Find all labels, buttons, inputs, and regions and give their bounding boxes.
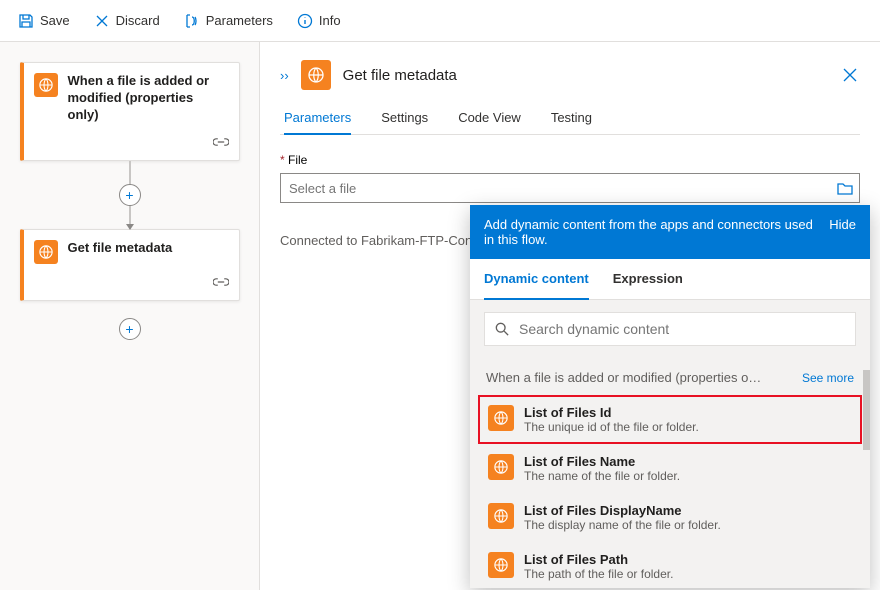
connector <box>129 161 131 185</box>
hide-button[interactable]: Hide <box>829 217 856 247</box>
dynamic-body: When a file is added or modified (proper… <box>470 358 870 588</box>
dynamic-tip: Add dynamic content from the apps and co… <box>470 205 870 259</box>
dynamic-tabs: Dynamic content Expression <box>470 259 870 300</box>
info-button[interactable]: Info <box>289 9 349 33</box>
discard-button[interactable]: Discard <box>86 9 168 33</box>
dynamic-item-desc: The name of the file or folder. <box>524 469 680 483</box>
save-label: Save <box>40 13 70 28</box>
file-input-wrap <box>280 173 860 203</box>
canvas: When a file is added or modified (proper… <box>0 42 260 590</box>
dynamic-tip-text: Add dynamic content from the apps and co… <box>484 217 813 247</box>
ftp-icon <box>488 552 514 578</box>
parameters-button[interactable]: Parameters <box>176 9 281 33</box>
dynamic-item[interactable]: List of Files Id The unique id of the fi… <box>478 395 862 444</box>
dynamic-item-name: List of Files DisplayName <box>524 503 721 518</box>
ftp-icon <box>488 454 514 480</box>
collapse-button[interactable]: ›› <box>280 68 289 83</box>
dynamic-search-input[interactable] <box>519 321 845 337</box>
dynamic-search <box>484 312 856 346</box>
dynamic-section-title: When a file is added or modified (proper… <box>486 370 761 385</box>
file-label: * File <box>280 153 860 167</box>
scrollbar[interactable] <box>863 370 870 450</box>
discard-label: Discard <box>116 13 160 28</box>
ftp-icon <box>301 60 331 90</box>
tab-expression[interactable]: Expression <box>613 259 683 299</box>
ftp-icon <box>488 405 514 431</box>
action-title: Get file metadata <box>68 240 173 257</box>
save-icon <box>18 13 34 29</box>
dynamic-item-name: List of Files Path <box>524 552 673 567</box>
ftp-icon <box>488 503 514 529</box>
parameters-icon <box>184 13 200 29</box>
toolbar: Save Discard Parameters Info <box>0 0 880 42</box>
file-input[interactable] <box>281 174 831 202</box>
dynamic-item[interactable]: List of Files Path The path of the file … <box>478 542 862 588</box>
tab-parameters[interactable]: Parameters <box>284 102 351 135</box>
dynamic-item-desc: The path of the file or folder. <box>524 567 673 581</box>
info-icon <box>297 13 313 29</box>
info-label: Info <box>319 13 341 28</box>
parameters-label: Parameters <box>206 13 273 28</box>
search-icon <box>495 322 509 336</box>
dynamic-item-desc: The unique id of the file or folder. <box>524 420 699 434</box>
dynamic-item-name: List of Files Name <box>524 454 680 469</box>
connector <box>129 205 131 229</box>
ftp-icon <box>34 73 58 97</box>
tabs: Parameters Settings Code View Testing <box>280 102 860 135</box>
action-card[interactable]: Get file metadata <box>20 229 240 301</box>
tab-code-view[interactable]: Code View <box>458 102 521 134</box>
see-more-link[interactable]: See more <box>802 371 854 385</box>
tab-testing[interactable]: Testing <box>551 102 592 134</box>
dynamic-item[interactable]: List of Files DisplayName The display na… <box>478 493 862 542</box>
dynamic-item-name: List of Files Id <box>524 405 699 420</box>
dynamic-item[interactable]: List of Files Name The name of the file … <box>478 444 862 493</box>
trigger-title: When a file is added or modified (proper… <box>68 73 227 124</box>
discard-icon <box>94 13 110 29</box>
add-step-button-bottom[interactable]: + <box>119 318 141 340</box>
folder-picker-button[interactable] <box>831 174 859 202</box>
ftp-icon <box>34 240 58 264</box>
tab-dynamic-content[interactable]: Dynamic content <box>484 259 589 300</box>
link-icon <box>213 137 229 147</box>
link-icon <box>213 277 229 287</box>
add-step-button[interactable]: + <box>119 184 141 206</box>
tab-settings[interactable]: Settings <box>381 102 428 134</box>
details-title: Get file metadata <box>343 67 828 84</box>
close-button[interactable] <box>840 65 860 85</box>
dynamic-content-popup: Add dynamic content from the apps and co… <box>470 205 870 588</box>
save-button[interactable]: Save <box>10 9 78 33</box>
dynamic-item-desc: The display name of the file or folder. <box>524 518 721 532</box>
trigger-card[interactable]: When a file is added or modified (proper… <box>20 62 240 161</box>
